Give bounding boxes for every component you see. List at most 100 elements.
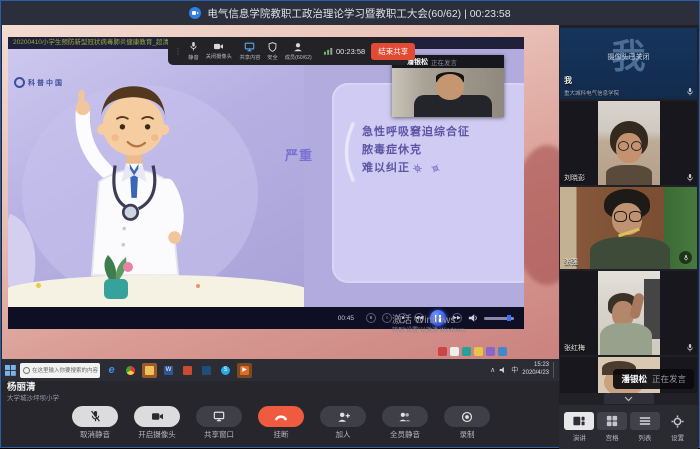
participants-sidebar: 我 摄像头已关闭 我 重大城科电气信息学院 <box>559 25 698 446</box>
desktop-icon[interactable] <box>462 347 471 356</box>
plant-decor <box>92 251 140 303</box>
screen-share-icon <box>244 42 255 52</box>
record-button[interactable]: 录制 <box>444 406 490 446</box>
start-camera-button[interactable]: 开启摄像头 <box>134 406 180 446</box>
slide-line: 难以纠正 <box>362 159 470 177</box>
glasses <box>618 141 629 151</box>
explorer-icon[interactable] <box>142 363 157 378</box>
share-toolbar: ⋮ 静音 关闭摄像头 <box>168 37 408 65</box>
speaker-camera-window[interactable]: 潘银松 正在发言 <box>392 55 504 117</box>
meeting-controls: 取消静音 开启摄像头 <box>2 402 560 446</box>
chevron-down-icon <box>624 396 633 402</box>
glasses <box>631 141 642 151</box>
speaking-name: 潘银松 <box>621 373 647 385</box>
add-person-button[interactable]: 加人 <box>320 406 366 446</box>
mic-icon <box>686 343 694 353</box>
media-player-icon[interactable]: ▶ <box>237 363 252 378</box>
slide-severity-label: 严重 <box>285 145 313 164</box>
security-button[interactable]: 安全 <box>267 42 278 61</box>
hangup-button[interactable]: 挂断 <box>258 406 304 446</box>
windows-start-icon[interactable] <box>5 365 16 376</box>
desktop-icon[interactable] <box>474 347 483 356</box>
show-desktop-button[interactable] <box>553 362 557 378</box>
meeting-timer: 00:23:58 <box>324 47 365 56</box>
camera-toggle-button[interactable]: 关闭摄像头 <box>205 42 233 60</box>
search-icon <box>23 367 30 374</box>
hangup-icon <box>274 412 288 422</box>
volume-slider[interactable] <box>484 317 514 320</box>
drag-handle-icon[interactable]: ⋮ <box>174 47 182 56</box>
tray-speaker-icon[interactable] <box>499 366 507 374</box>
speaker-face <box>436 74 464 100</box>
list-view-icon <box>639 415 651 427</box>
shared-taskbar: 在这里输入你要搜索的内容 e W S ▶ ∧ 中 15:23 <box>2 359 560 381</box>
titlebar[interactable]: 电气信息学院教职工政治理论学习暨教职工大会(60/62) | 00:23:58 <box>1 1 699 25</box>
speaking-status: 正在发言 <box>652 373 686 385</box>
slide-line: 脓毒症休克 <box>362 141 470 159</box>
participant-tile[interactable]: 刘晓彭 <box>560 101 697 185</box>
mic-icon <box>686 87 694 97</box>
share-window-button[interactable]: 共享窗口 <box>196 406 242 446</box>
meeting-app-icon <box>189 7 201 19</box>
end-share-button[interactable]: 结束共享 <box>371 43 415 60</box>
share-content-button[interactable]: 共享内容 <box>239 42 261 61</box>
screen-share-icon <box>213 411 225 422</box>
ime-indicator[interactable]: 中 <box>511 365 518 375</box>
mic-muted-icon <box>90 410 101 423</box>
camera-off-text: 摄像头已关闭 <box>560 52 697 62</box>
members-icon <box>293 42 303 52</box>
camera-icon <box>151 411 164 422</box>
list-view-button[interactable]: 列表 <box>630 412 660 442</box>
participant-tile[interactable]: 张强 <box>560 187 697 269</box>
skype-icon[interactable]: S <box>218 363 233 378</box>
player-loop-button[interactable]: ○ <box>382 313 392 323</box>
edge-icon[interactable]: e <box>104 363 119 378</box>
desktop-icon[interactable] <box>486 347 495 356</box>
speaking-tooltip: 潘银松 正在发言 <box>613 369 694 389</box>
participant-name: 张红梅 <box>564 344 585 353</box>
settings-button[interactable]: 设置 <box>663 412 693 442</box>
wave-decor <box>8 275 304 307</box>
mute-button[interactable]: 静音 <box>188 41 199 61</box>
slide-text-block: 急性呼吸窘迫综合征 脓毒症休克 难以纠正 <box>362 123 470 177</box>
glasses <box>614 211 627 222</box>
mute-all-button[interactable]: 全员静音 <box>382 406 428 446</box>
desktop-icons-row <box>438 347 507 356</box>
desktop-icon[interactable] <box>438 347 447 356</box>
members-button[interactable]: 成员(60/62) <box>284 42 312 61</box>
taskbar-search-input[interactable]: 在这里输入你要搜索的内容 <box>20 363 100 378</box>
grid-view-button[interactable]: 宫格 <box>597 412 627 442</box>
record-icon <box>461 411 473 423</box>
tray-chevron-icon[interactable]: ∧ <box>490 366 495 374</box>
participant-tile-me[interactable]: 我 摄像头已关闭 我 重大城科电气信息学院 <box>560 28 697 99</box>
windows-activation-watermark: 激活 Windows 转到“设置”以激活 Windows。 <box>392 315 470 335</box>
photos-icon[interactable] <box>180 363 195 378</box>
speaker-status: 正在发言 <box>431 57 457 67</box>
participant-video <box>560 187 697 269</box>
speaker-view-button[interactable]: 演讲 <box>564 412 594 442</box>
participant-org: 重大城科电气信息学院 <box>564 88 619 96</box>
mic-icon <box>189 41 198 52</box>
grid-view-icon <box>606 415 618 427</box>
add-person-icon <box>337 411 350 423</box>
shield-icon <box>268 42 277 52</box>
collapse-button[interactable] <box>604 393 654 404</box>
logo-ring-icon <box>14 77 25 88</box>
desktop-icon[interactable] <box>450 347 459 356</box>
taskbar-clock[interactable]: 15:23 2020/4/23 <box>522 362 549 378</box>
chrome-icon[interactable] <box>123 363 138 378</box>
signal-icon <box>324 47 333 55</box>
speaker-video <box>392 68 504 117</box>
mute-all-icon <box>398 411 412 423</box>
unmute-button[interactable]: 取消静音 <box>72 406 118 446</box>
mail-icon[interactable] <box>199 363 214 378</box>
view-layout-bar: 演讲 宫格 列表 <box>559 405 698 449</box>
word-icon[interactable]: W <box>161 363 176 378</box>
player-option-button[interactable]: ∨ <box>366 313 376 323</box>
participant-tile[interactable]: 张红梅 <box>560 271 697 355</box>
video-filename: 20200410小学生预防新型冠状病毒肺炎健康教育_超清 <box>13 39 169 46</box>
presenter-info: 杨丽清 大学城沙坪坝小学 <box>7 382 59 403</box>
virus-icon <box>430 162 442 174</box>
window-title: 电气信息学院教职工政治理论学习暨教职工大会(60/62) | 00:23:58 <box>207 6 510 21</box>
desktop-icon[interactable] <box>498 347 507 356</box>
